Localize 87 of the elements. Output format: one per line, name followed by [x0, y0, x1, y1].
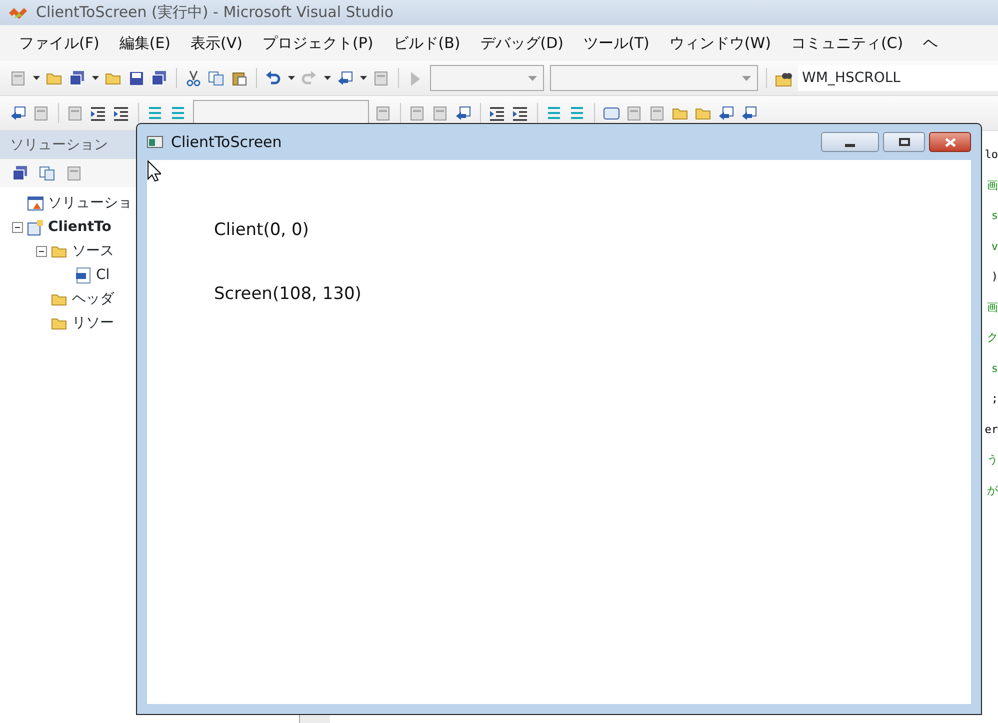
caret-icon[interactable] [324, 76, 331, 80]
page-icon[interactable] [626, 104, 643, 122]
arrow-icon[interactable] [718, 104, 735, 122]
page-icon[interactable] [10, 70, 27, 86]
code-text: ク [987, 330, 998, 346]
output-text: Client(0, 0) [214, 219, 310, 242]
indent-icon[interactable] [512, 104, 529, 122]
indent-icon[interactable] [113, 104, 130, 122]
windows-icon[interactable] [69, 70, 86, 86]
page-icon[interactable] [375, 104, 392, 122]
page-icon[interactable] [649, 104, 666, 122]
caret-icon[interactable] [33, 76, 40, 80]
app-logo-icon [8, 6, 28, 18]
menu-item[interactable]: ヘ [916, 30, 946, 56]
code-text: lo [984, 147, 998, 163]
save-icon[interactable] [128, 70, 145, 86]
page-icon[interactable] [409, 104, 426, 122]
output-text: Screen(108, 130) [214, 282, 362, 306]
window-title: ClientToScreen [171, 132, 283, 153]
close-icon [944, 138, 956, 146]
menu-item[interactable]: 編集(E) [112, 30, 178, 56]
tree-item[interactable]: リソー [72, 312, 114, 334]
page-icon[interactable] [373, 70, 390, 86]
page-icon[interactable] [33, 104, 50, 122]
tree-item[interactable]: ClientTo [48, 216, 112, 238]
windows-icon[interactable] [151, 70, 168, 86]
page-icon[interactable] [67, 104, 84, 122]
undo-icon[interactable] [265, 70, 282, 86]
tree-item[interactable]: ソリューショ [48, 192, 132, 214]
menu-item[interactable]: プロジェクト(P) [256, 30, 380, 56]
caret-icon[interactable] [360, 76, 367, 80]
code-text: 画 [987, 300, 998, 316]
expand-toggle[interactable] [36, 246, 47, 256]
copy-icon[interactable] [39, 164, 56, 182]
solution-icon [27, 194, 44, 212]
tree-item[interactable]: Cl [96, 264, 110, 286]
code-text: 画 [987, 178, 998, 194]
code-text: s [991, 360, 998, 376]
window-icon [147, 136, 163, 148]
find-field[interactable]: WM_HSCROLL [798, 65, 998, 91]
caret-icon[interactable] [288, 76, 295, 80]
indent-icon[interactable] [489, 104, 506, 122]
cut-icon[interactable] [185, 70, 202, 86]
arrow-icon[interactable] [455, 104, 472, 122]
menu-item[interactable]: ウィンドウ(W) [662, 30, 778, 56]
list-icon[interactable] [170, 104, 187, 122]
maximize-icon [898, 138, 910, 146]
code-text: ; [991, 391, 998, 407]
copy-icon[interactable] [208, 70, 225, 86]
indent-icon[interactable] [90, 104, 107, 122]
code-text: er [984, 422, 998, 438]
tree-item[interactable]: ヘッダ [72, 288, 114, 310]
list-icon[interactable] [569, 104, 586, 122]
menu-item[interactable]: コミュニティ(C) [784, 30, 910, 56]
window-title: ClientToScreen (実行中) - Microsoft Visual Studio [36, 2, 394, 24]
arrow-icon[interactable] [10, 104, 27, 122]
arrow-icon[interactable] [337, 70, 354, 86]
rect-icon[interactable] [603, 104, 620, 122]
menu-item[interactable]: ビルド(B) [386, 30, 468, 56]
caret-icon [528, 76, 537, 81]
close-button[interactable] [929, 132, 971, 152]
minimize-button[interactable] [821, 132, 879, 152]
list-icon[interactable] [147, 104, 164, 122]
caret-icon[interactable] [92, 76, 99, 80]
tree-item[interactable]: ソース [72, 240, 114, 262]
list-icon[interactable] [546, 104, 563, 122]
paste-icon[interactable] [231, 70, 248, 86]
menu-item[interactable]: ファイル(F) [12, 30, 106, 56]
code-text: う [987, 452, 998, 468]
windows-icon[interactable] [12, 164, 29, 182]
code-text: s [991, 208, 998, 224]
menu-item[interactable]: デバッグ(D) [473, 30, 571, 56]
cpp-file-icon [75, 266, 92, 284]
page-icon[interactable] [66, 164, 83, 182]
code-text: v [991, 238, 998, 254]
minimize-icon [845, 143, 855, 147]
maximize-button[interactable] [883, 132, 925, 152]
code-text: が [987, 482, 998, 498]
project-icon [27, 218, 44, 236]
arrow-icon[interactable] [741, 104, 758, 122]
code-text: ) [991, 269, 998, 285]
menu-item[interactable]: 表示(V) [184, 30, 250, 56]
caret-icon [742, 76, 751, 81]
panel-title: ソリューション [10, 136, 108, 154]
expand-toggle[interactable] [12, 222, 23, 232]
menu-item[interactable]: ツール(T) [576, 30, 656, 56]
page-icon[interactable] [432, 104, 449, 122]
